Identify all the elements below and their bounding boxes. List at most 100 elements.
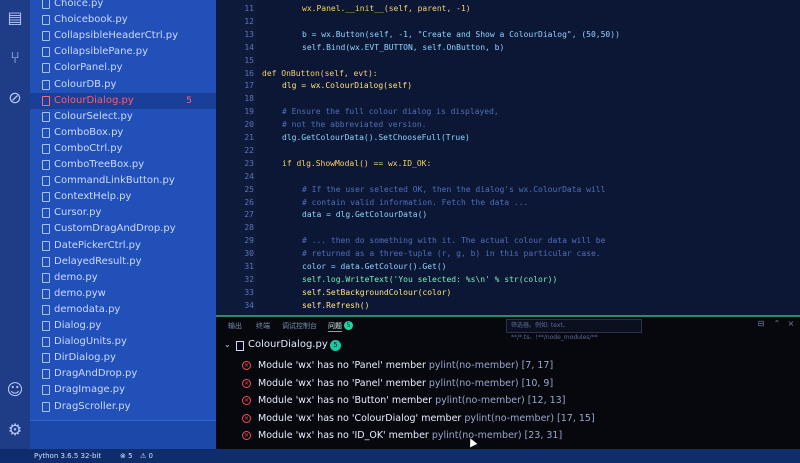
- code-line[interactable]: self.Refresh(): [302, 301, 369, 310]
- file-tree-item[interactable]: ColourDB.py: [30, 77, 216, 93]
- code-line[interactable]: # returned as a three-tuple (r, g, b) in…: [302, 249, 601, 258]
- file-name: ComboCtrl.py: [54, 142, 123, 154]
- file-tree-item[interactable]: ContextHelp.py: [30, 189, 216, 205]
- file-icon: [236, 341, 244, 351]
- file-tree-item[interactable]: ColourSelect.py: [30, 109, 216, 125]
- file-name: ComboBox.py: [54, 126, 124, 138]
- code-editor[interactable]: wx.Panel.__init__(self, parent, -1) b = w…: [256, 0, 800, 315]
- line-number: 20: [244, 120, 254, 130]
- problems-count-badge: 5: [344, 321, 353, 330]
- tab-debug-console[interactable]: 调试控制台: [282, 321, 317, 331]
- file-tree-item[interactable]: ColorPanel.py: [30, 60, 216, 76]
- file-tree-item[interactable]: DragAndDrop.py: [30, 366, 216, 382]
- code-line[interactable]: # not the abbreviated version.: [282, 120, 427, 129]
- file-tree-item[interactable]: DirDialog.py: [30, 350, 216, 366]
- python-interpreter[interactable]: Python 3.6.5 32-bit: [34, 449, 101, 463]
- debug-icon[interactable]: ⊘: [5, 88, 25, 108]
- python-file-icon: [42, 353, 50, 364]
- file-tree-item[interactable]: DragImage.py: [30, 382, 216, 398]
- code-line[interactable]: color = data.GetColour().Get(): [302, 262, 447, 271]
- code-line[interactable]: self.log.WriteText('You selected: %s\n' …: [302, 275, 557, 284]
- python-file-icon: [42, 401, 50, 412]
- file-name: Dialog.py: [54, 320, 102, 331]
- file-tree-item[interactable]: demo.pyw: [30, 286, 216, 302]
- code-line[interactable]: # If the user selected OK, then the dial…: [302, 185, 605, 194]
- code-line[interactable]: # Ensure the full colour dialog is displ…: [282, 107, 499, 116]
- line-number: 30: [244, 249, 254, 259]
- file-tree-item[interactable]: Cursor.py: [30, 205, 216, 221]
- file-tree-item[interactable]: demodata.py: [30, 302, 216, 318]
- line-number: 13: [244, 29, 254, 39]
- file-name: ColourSelect.py: [54, 110, 133, 122]
- error-count[interactable]: ⊗ 5: [120, 449, 133, 463]
- code-line[interactable]: dlg = wx.ColourDialog(self): [282, 81, 412, 90]
- file-tree-item[interactable]: CustomDragAndDrop.py: [30, 221, 216, 237]
- file-tree-item[interactable]: ComboCtrl.py: [30, 141, 216, 157]
- code-line[interactable]: b = wx.Button(self, -1, "Create and Show…: [302, 30, 620, 39]
- file-tree-item[interactable]: CollapsibleHeaderCtrl.py: [30, 28, 216, 44]
- file-tree-item[interactable]: DelayedResult.py: [30, 254, 216, 270]
- problem-message: Module 'wx' has no 'Panel' member: [258, 360, 426, 371]
- line-number: 27: [244, 210, 254, 220]
- code-line[interactable]: wx.Panel.__init__(self, parent, -1): [302, 4, 471, 13]
- line-number: 19: [244, 107, 254, 117]
- explorer-sidebar: Choice.py Choicebook.py CollapsibleHeaderC…: [30, 0, 216, 420]
- line-number-gutter: 11 12 13 14 15 16 17 18 19 20 21 22 23 24 25 26 27 28 29 30…: [216, 0, 256, 315]
- python-file-icon: [42, 111, 50, 122]
- python-file-icon: [42, 143, 50, 154]
- line-number: 16: [244, 68, 254, 78]
- close-panel-icon[interactable]: ×: [786, 319, 796, 329]
- error-icon: ×: [242, 378, 251, 388]
- python-file-icon: [42, 192, 50, 203]
- python-file-icon: [42, 240, 50, 251]
- maximize-panel-icon[interactable]: ⌃: [772, 319, 782, 329]
- line-number: 28: [244, 223, 254, 233]
- account-icon[interactable]: ☺: [5, 380, 25, 400]
- file-tree-item[interactable]: ComboBox.py: [30, 125, 216, 141]
- problems-filter-input[interactable]: 筛选器。例如: text、**/*.ts、!**/node_modules/**: [506, 319, 642, 341]
- tab-output[interactable]: 输出: [228, 321, 242, 331]
- file-tree-item[interactable]: DragScroller.py: [30, 399, 216, 415]
- file-name: DirDialog.py: [54, 352, 116, 364]
- files-icon[interactable]: ▤: [5, 8, 25, 28]
- line-number: 25: [244, 184, 254, 194]
- problem-text: Module 'wx' has no 'Panel' member pylint…: [258, 378, 553, 389]
- file-tree-item[interactable]: CommandLinkButton.py: [30, 173, 216, 189]
- file-problem-count: 5: [330, 340, 341, 351]
- code-line[interactable]: dlg.GetColourData().SetChooseFull(True): [282, 133, 470, 142]
- chevron-down-icon[interactable]: ⌄: [224, 340, 231, 349]
- code-line[interactable]: # contain valid information. Fetch the d…: [302, 198, 528, 207]
- code-line[interactable]: if dlg.ShowModal() == wx.ID_OK:: [282, 159, 431, 168]
- collapse-all-icon[interactable]: ⊟: [756, 319, 766, 329]
- file-tree-item[interactable]: Choice.py: [30, 0, 216, 12]
- python-file-icon: [42, 79, 50, 90]
- problem-source: pylint(no-member) [7, 17]: [428, 360, 554, 371]
- code-line[interactable]: self.Bind(wx.EVT_BUTTON, self.OnButton, …: [302, 43, 504, 52]
- line-number: 21: [244, 133, 254, 142]
- file-tree-item[interactable]: DialogUnits.py: [30, 334, 216, 350]
- tab-terminal[interactable]: 终端: [256, 321, 270, 331]
- tab-problems[interactable]: 问题: [328, 321, 342, 332]
- python-file-icon: [42, 385, 50, 396]
- file-tree-item[interactable]: ComboTreeBox.py: [30, 157, 216, 173]
- file-tree-item[interactable]: CollapsiblePane.py: [30, 44, 216, 60]
- error-icon: ×: [242, 431, 251, 440]
- file-tree-item[interactable]: demo.py: [30, 270, 216, 286]
- code-line[interactable]: self.SetBackgroundColour(color): [302, 288, 451, 297]
- source-control-icon[interactable]: ⑂: [5, 48, 25, 68]
- file-tree-item[interactable]: Dialog.py: [30, 318, 216, 334]
- python-file-icon: [42, 47, 50, 58]
- line-number: 12: [244, 16, 254, 26]
- line-number: 33: [244, 287, 254, 297]
- file-name: Cursor.py: [54, 207, 102, 219]
- settings-icon[interactable]: ⚙: [5, 420, 25, 440]
- file-tree-item[interactable]: Choicebook.py: [30, 12, 216, 28]
- code-line[interactable]: # ... then do something with it. The act…: [302, 236, 605, 245]
- code-line[interactable]: data = dlg.GetColourData(): [302, 210, 427, 219]
- warning-count[interactable]: ⚠ 0: [140, 449, 153, 463]
- file-name: CommandLinkButton.py: [54, 175, 175, 187]
- file-tree-item[interactable]: ColourDialog.py 5: [30, 92, 216, 109]
- file-tree-item[interactable]: DatePickerCtrl.py: [30, 238, 216, 254]
- file-name: CollapsiblePane.py: [54, 46, 149, 58]
- code-line[interactable]: def OnButton(self, evt):: [262, 69, 378, 78]
